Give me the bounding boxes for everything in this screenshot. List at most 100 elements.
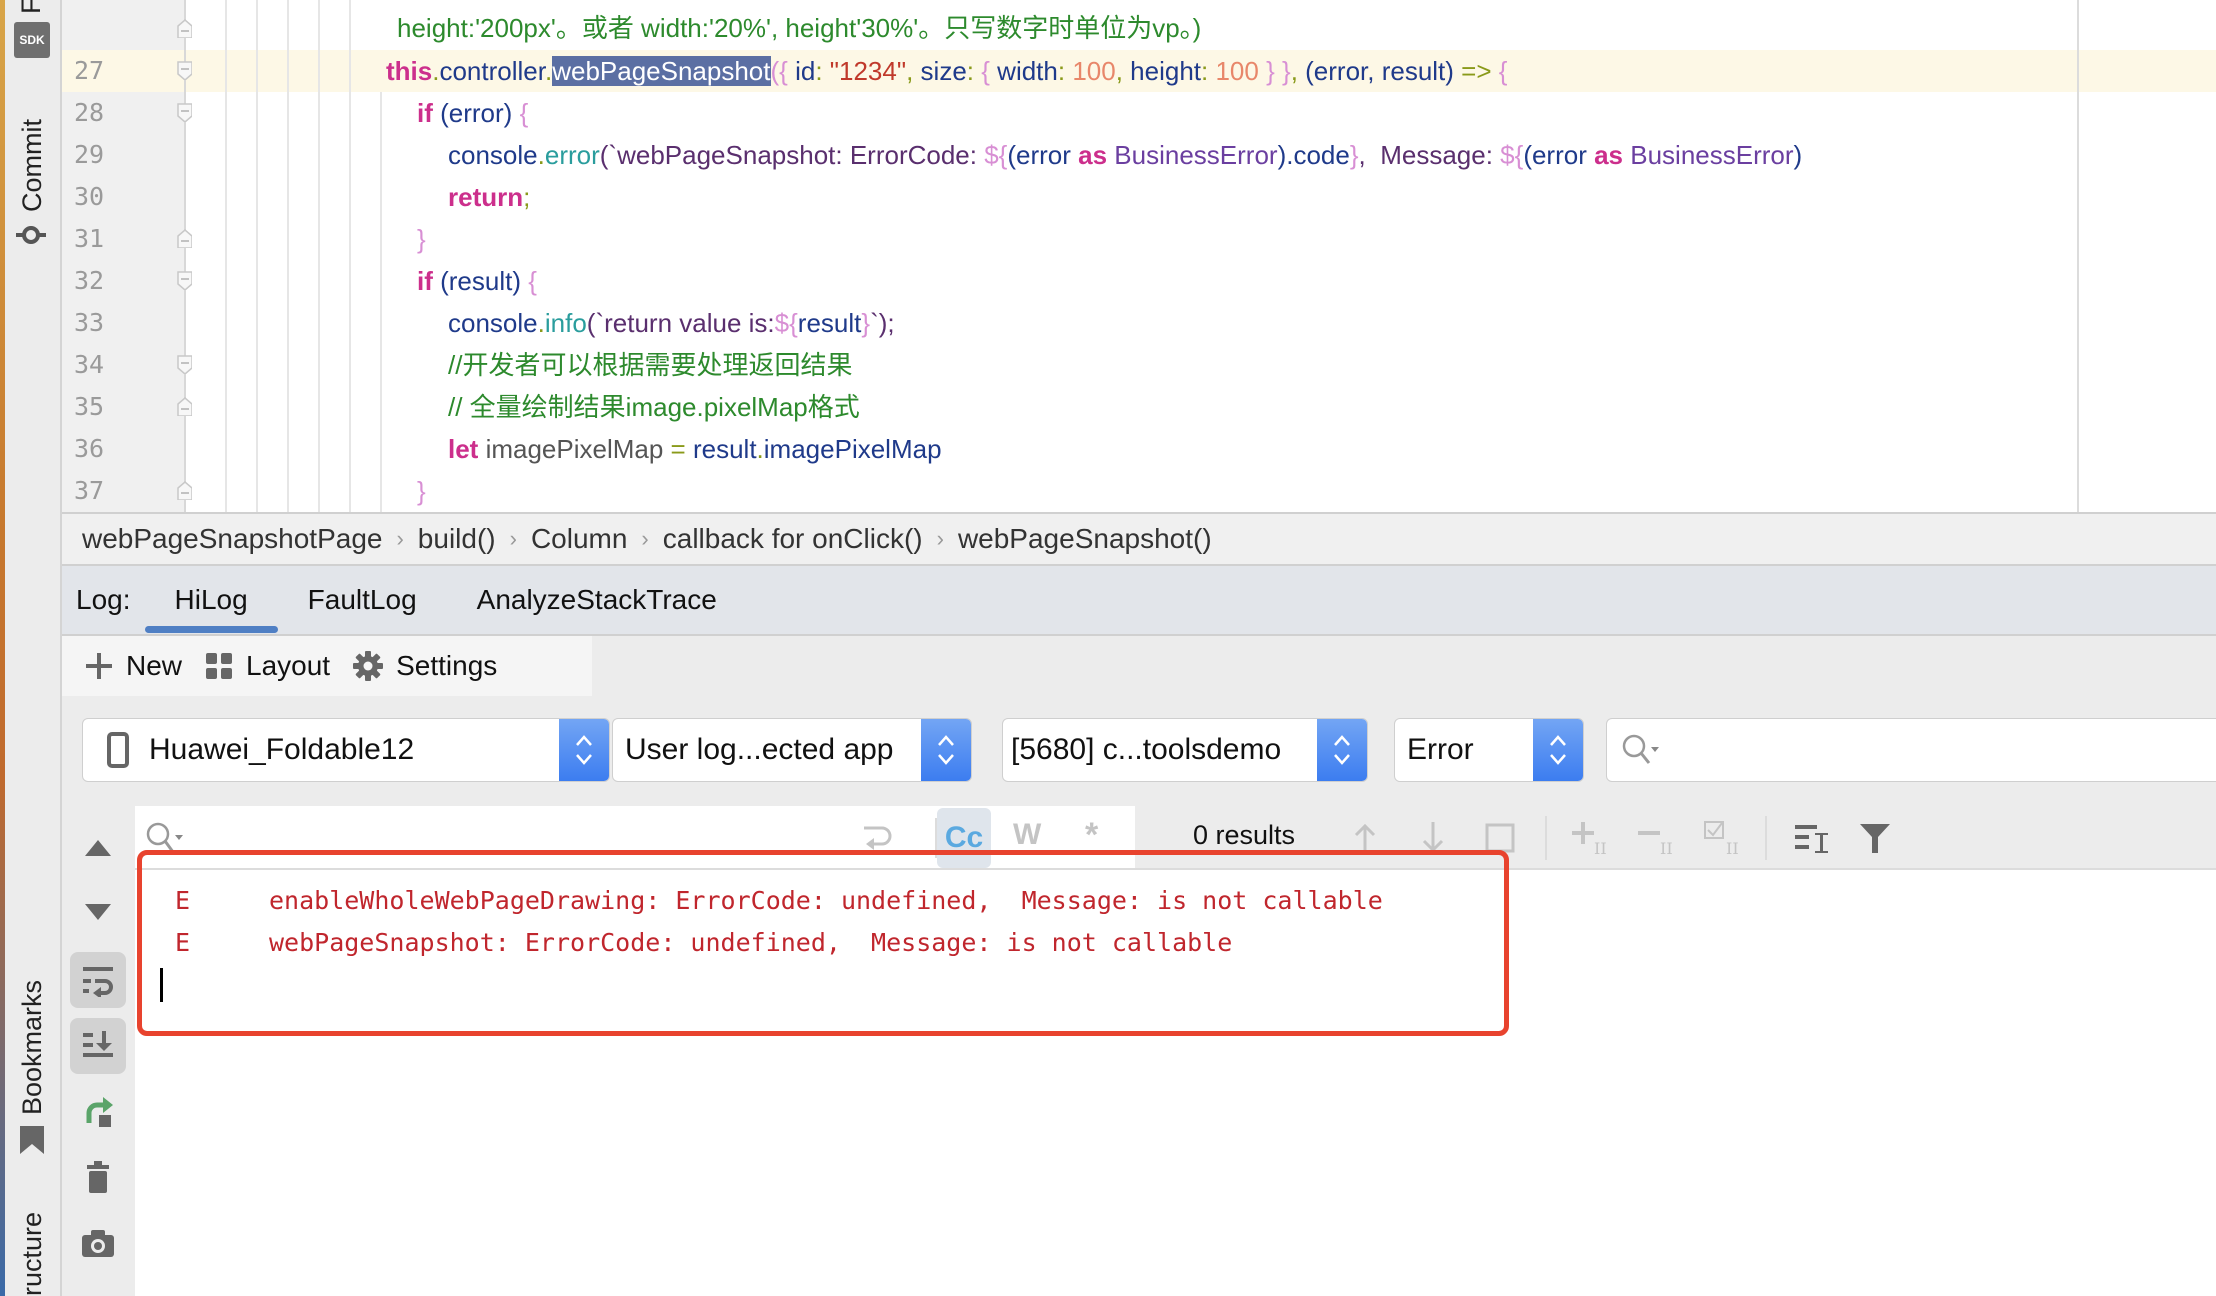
triangle-down-icon bbox=[85, 904, 111, 920]
breadcrumb-separator-icon: › bbox=[641, 526, 649, 551]
selected-text: webPageSnapshot bbox=[552, 56, 771, 86]
updown-chevron-icon bbox=[1533, 719, 1583, 781]
updown-chevron-icon bbox=[1317, 719, 1367, 781]
breadcrumb-item[interactable]: callback for onClick() bbox=[663, 523, 923, 555]
log-label: Log: bbox=[76, 584, 131, 615]
filter-search-results-button[interactable] bbox=[1793, 820, 1833, 856]
log-tabs-bar: Log: HiLog FaultLog AnalyzeStackTrace bbox=[62, 566, 2216, 636]
code-editor[interactable]: 27 28 29 30 31 32 33 34 35 36 37 height:'200px'。或者… bbox=[62, 0, 2216, 512]
new-button[interactable]: New bbox=[84, 650, 182, 682]
line-number: 33 bbox=[74, 308, 105, 337]
whole-words-toggle[interactable]: W bbox=[1013, 818, 1041, 852]
restart-icon bbox=[86, 1097, 113, 1127]
search-icon bbox=[1622, 734, 1659, 764]
line-number: 30 bbox=[74, 182, 105, 211]
code-line-31: } bbox=[417, 224, 426, 254]
breadcrumb-item[interactable]: webPageSnapshotPage bbox=[82, 523, 382, 555]
screenshot-button[interactable] bbox=[70, 1216, 126, 1272]
scroll-to-end-icon bbox=[83, 1031, 113, 1057]
camera-icon bbox=[82, 1230, 114, 1257]
line-number: 32 bbox=[74, 266, 105, 295]
line-number: 27 bbox=[74, 56, 105, 85]
add-occurrence-button[interactable]: II bbox=[1572, 820, 1612, 856]
device-select-value: Huawei_Foldable12 bbox=[149, 733, 415, 766]
search-results-count: 0 results bbox=[1193, 820, 1296, 850]
soft-wrap-toggle[interactable] bbox=[70, 952, 126, 1008]
scroll-down-button[interactable] bbox=[70, 884, 126, 940]
fold-end-icon[interactable] bbox=[176, 18, 192, 38]
line-number: 31 bbox=[74, 224, 105, 253]
breadcrumb-item[interactable]: webPageSnapshot() bbox=[958, 523, 1212, 555]
add-occurrence-icon: II bbox=[1572, 822, 1607, 856]
commit-icon bbox=[16, 226, 46, 244]
remove-occurrence-button[interactable]: II bbox=[1638, 820, 1678, 856]
device-select[interactable]: Huawei_Foldable12 bbox=[82, 718, 610, 782]
fold-collapse-icon[interactable] bbox=[176, 60, 192, 80]
fold-end-icon[interactable] bbox=[176, 228, 192, 248]
code-line-28: if (error) { bbox=[417, 98, 529, 128]
log-toolbar: New Layout Settings bbox=[62, 636, 2216, 700]
line-number: 29 bbox=[74, 140, 105, 169]
highlight-annotation-box bbox=[137, 850, 1509, 1036]
filter-search-input[interactable] bbox=[1606, 718, 2216, 782]
line-number: 37 bbox=[74, 476, 105, 505]
clear-log-button[interactable] bbox=[70, 1150, 126, 1206]
fold-collapse-icon[interactable] bbox=[176, 102, 192, 122]
scroll-up-button[interactable] bbox=[70, 820, 126, 876]
bookmark-icon bbox=[20, 1126, 44, 1154]
fold-collapse-icon[interactable] bbox=[176, 270, 192, 290]
triangle-up-icon bbox=[85, 840, 111, 856]
breadcrumb: webPageSnapshotPage › build() › Column › callb… bbox=[62, 512, 2216, 566]
process-select[interactable]: [5680] c...toolsdemo bbox=[1002, 718, 1368, 782]
updown-chevron-icon bbox=[921, 719, 971, 781]
sidebar-partial-label[interactable]: F bbox=[16, 0, 47, 14]
restart-button[interactable] bbox=[70, 1084, 126, 1140]
funnel-filter-button[interactable] bbox=[1857, 820, 1893, 856]
new-label: New bbox=[126, 650, 183, 681]
process-select-value: [5680] c...toolsdemo bbox=[1011, 733, 1282, 766]
toggle-occurrence-button[interactable]: II bbox=[1704, 820, 1744, 856]
breadcrumb-separator-icon: › bbox=[936, 526, 944, 551]
svg-text:II: II bbox=[1726, 839, 1739, 856]
breadcrumb-item[interactable]: Column bbox=[531, 523, 627, 555]
fold-end-icon[interactable] bbox=[176, 480, 192, 500]
log-scope-select-value: User log...ected app bbox=[625, 733, 894, 766]
code-line-35: // 全量绘制结果image.pixelMap格式 bbox=[448, 392, 860, 422]
layout-label: Layout bbox=[246, 650, 331, 681]
tab-hilog[interactable]: HiLog bbox=[144, 565, 278, 635]
layout-button[interactable]: Layout bbox=[204, 650, 330, 682]
right-margin-guide bbox=[2077, 0, 2079, 512]
remove-occurrence-icon: II bbox=[1638, 831, 1673, 856]
fold-collapse-icon[interactable] bbox=[176, 354, 192, 374]
funnel-icon bbox=[1860, 824, 1890, 853]
level-select[interactable]: Error bbox=[1394, 718, 1584, 782]
code-line-32: if (result) { bbox=[417, 266, 537, 296]
sidebar-item-structure[interactable]: ructure bbox=[17, 1212, 48, 1296]
tab-analyzestacktrace[interactable]: AnalyzeStackTrace bbox=[477, 565, 717, 635]
tab-faultlog[interactable]: FaultLog bbox=[308, 565, 417, 635]
bookmarks-label: Bookmarks bbox=[17, 979, 47, 1115]
log-scope-select[interactable]: User log...ected app bbox=[612, 718, 972, 782]
scroll-to-end-toggle[interactable] bbox=[70, 1018, 126, 1074]
plus-icon bbox=[86, 653, 112, 679]
line-number: 28 bbox=[74, 98, 105, 127]
settings-label: Settings bbox=[396, 650, 498, 681]
layout-grid-icon bbox=[206, 653, 233, 679]
breadcrumb-separator-icon: › bbox=[509, 526, 517, 551]
line-number: 34 bbox=[74, 350, 105, 379]
code-line-34: //开发者可以根据需要处理返回结果 bbox=[448, 350, 853, 380]
breadcrumb-item[interactable]: build() bbox=[418, 523, 496, 555]
line-number: 35 bbox=[74, 392, 105, 421]
log-filters: Huawei_Foldable12 User log...ected app [… bbox=[62, 700, 2216, 806]
breadcrumb-separator-icon: › bbox=[396, 526, 404, 551]
line-number: 36 bbox=[74, 434, 105, 463]
fold-end-icon[interactable] bbox=[176, 396, 192, 416]
svg-text:II: II bbox=[1660, 839, 1673, 856]
code-line-29: console.error(`webPageSnapshot: ErrorCod… bbox=[448, 140, 1803, 170]
code-line-33: console.info(`return value is:${result}`… bbox=[448, 308, 895, 338]
settings-button[interactable]: Settings bbox=[352, 650, 497, 682]
sdk-icon[interactable]: SDK bbox=[14, 22, 50, 58]
code-line-27: this.controller.webPageSnapshot({ id: "1… bbox=[386, 56, 1508, 86]
phone-icon bbox=[107, 732, 129, 768]
trash-icon bbox=[87, 1161, 109, 1193]
